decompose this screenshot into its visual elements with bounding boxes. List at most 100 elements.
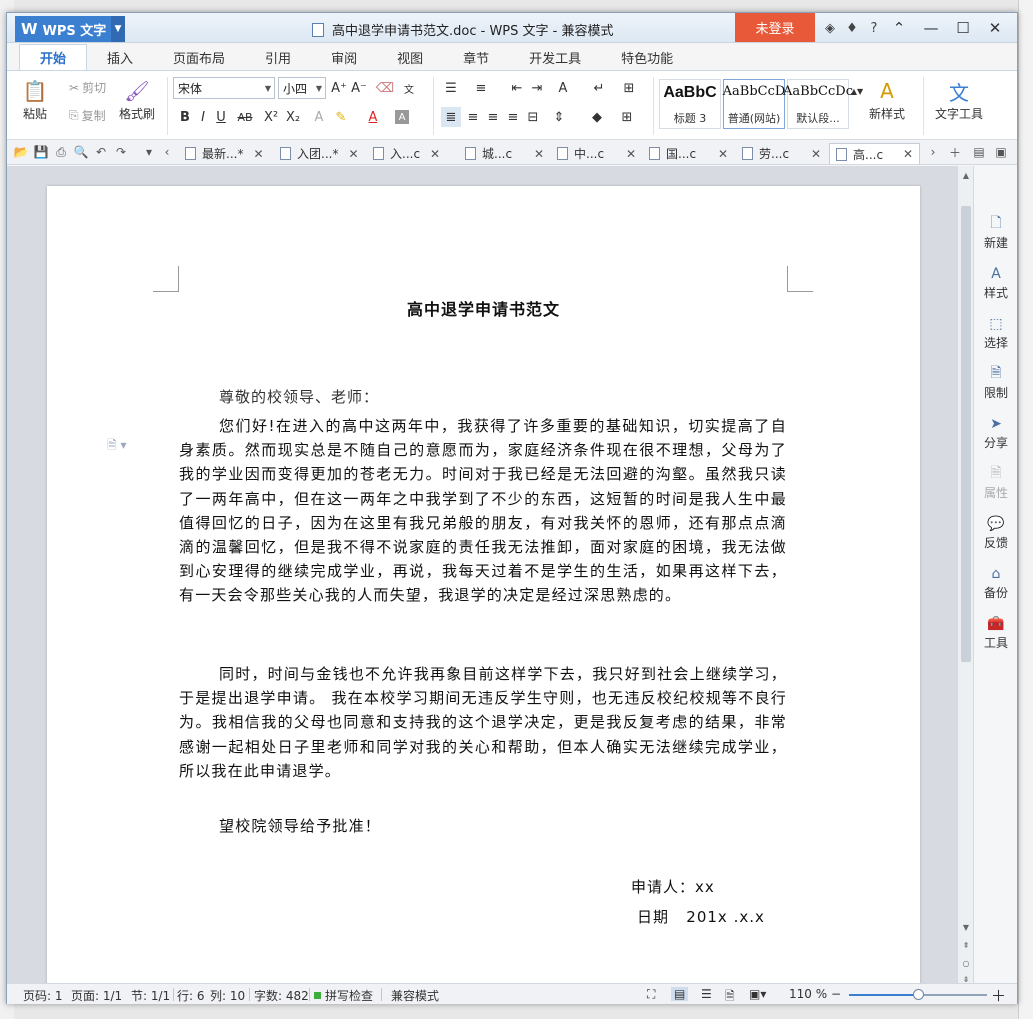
doc-tab[interactable]: 中...c ✕: [557, 143, 636, 164]
close-tab-icon[interactable]: ✕: [348, 147, 358, 161]
bold-icon[interactable]: B: [175, 107, 195, 127]
reading-view-icon[interactable]: ▣▾: [749, 987, 766, 1001]
font-color-icon[interactable]: A: [363, 107, 383, 127]
paragraph-shading-icon[interactable]: ◆: [587, 107, 607, 127]
side-style[interactable]: A 样式: [974, 264, 1018, 301]
close-tab-icon[interactable]: ✕: [430, 147, 440, 161]
tab-view[interactable]: 视图: [377, 44, 443, 70]
tab-insert[interactable]: 插入: [87, 44, 153, 70]
collapse-ribbon-icon[interactable]: ⌃: [883, 17, 915, 39]
close-tab-icon[interactable]: ✕: [718, 147, 728, 161]
superscript-icon[interactable]: X²: [261, 107, 281, 127]
page[interactable]: 🗎 ▾ 高中退学申请书范文 尊敬的校领导、老师： 您们好!在进入的高中这两年中，…: [47, 186, 920, 986]
distribute-icon[interactable]: ⊟: [523, 107, 543, 127]
tab-references[interactable]: 引用: [245, 44, 311, 70]
chevron-down-icon[interactable]: ▼: [111, 16, 125, 42]
side-new[interactable]: 🗋 新建: [974, 214, 1018, 251]
browse-object-icon[interactable]: ○: [958, 956, 974, 970]
status-word-count[interactable]: 字数: 482: [254, 987, 309, 1004]
paragraph-menu-icon[interactable]: 🗎 ▾: [107, 436, 127, 457]
tab-section[interactable]: 章节: [443, 44, 509, 70]
scroll-thumb[interactable]: [961, 206, 971, 662]
side-restrict[interactable]: 🗎 限制: [974, 364, 1018, 401]
align-left-icon[interactable]: ≣: [441, 107, 461, 127]
print-preview-icon[interactable]: 🔍: [73, 144, 89, 160]
numbered-list-icon[interactable]: ≡: [471, 78, 491, 98]
print-icon[interactable]: ⎙: [53, 144, 69, 160]
close-icon[interactable]: ✕: [979, 17, 1011, 39]
line-spacing-icon[interactable]: ⇕: [549, 107, 569, 127]
doc-tab-active[interactable]: 高...c ✕: [829, 143, 921, 164]
style-normal-web[interactable]: AaBbCcD 普通(网站): [723, 79, 785, 129]
table-icon[interactable]: ⊞: [619, 78, 639, 98]
chevron-right-icon[interactable]: ›: [925, 144, 941, 160]
change-case-icon[interactable]: A: [553, 78, 573, 98]
undo-icon[interactable]: ↶: [93, 144, 109, 160]
open-icon[interactable]: 📂: [13, 144, 29, 160]
paste-button[interactable]: 📋 粘贴: [21, 77, 49, 122]
help-icon[interactable]: ?: [863, 18, 885, 38]
close-tab-icon[interactable]: ✕: [534, 147, 544, 161]
italic-icon[interactable]: I: [193, 107, 213, 127]
side-feedback[interactable]: 💬 反馈: [974, 514, 1018, 551]
doc-tab[interactable]: 入...c ✕: [373, 143, 440, 164]
side-backup[interactable]: ⌂ 备份: [974, 564, 1018, 601]
spellcheck-toggle[interactable]: 拼写检查: [314, 987, 373, 1004]
show-marks-icon[interactable]: ↵: [589, 78, 609, 98]
tab-developer[interactable]: 开发工具: [509, 44, 601, 70]
font-size-select[interactable]: 小四 ▼: [278, 77, 326, 99]
doc-tab[interactable]: 最新... * ✕: [185, 143, 264, 164]
side-tools[interactable]: 🧰 工具: [974, 614, 1018, 651]
side-share[interactable]: ➤ 分享: [974, 414, 1018, 451]
clear-format-icon[interactable]: ⌫: [375, 78, 395, 98]
decrease-indent-icon[interactable]: ⇤: [507, 78, 527, 98]
zoom-level[interactable]: 110 %: [789, 987, 827, 1001]
minimize-icon[interactable]: —: [915, 17, 947, 39]
style-heading3[interactable]: AaBbC 标题 3: [659, 79, 721, 129]
new-tab-icon[interactable]: ＋: [947, 144, 963, 160]
strikethrough-icon[interactable]: AB: [235, 107, 255, 127]
customize-icon[interactable]: ▾: [141, 144, 157, 160]
tab-home[interactable]: 开始: [19, 44, 88, 70]
phonetic-guide-icon[interactable]: 文: [399, 78, 419, 98]
text-effect-icon[interactable]: A: [309, 107, 329, 127]
side-select[interactable]: ⬚ 选择: [974, 314, 1018, 351]
zoom-in-icon[interactable]: ＋: [991, 985, 1006, 1006]
close-tab-icon[interactable]: ✕: [626, 147, 636, 161]
bullet-list-icon[interactable]: ☰: [441, 78, 461, 98]
window-list-icon[interactable]: ▤: [971, 144, 987, 160]
copy-button[interactable]: ⎘ 复制: [69, 107, 106, 124]
page-view-icon[interactable]: ▤: [671, 987, 689, 1001]
skin-icon[interactable]: ◈: [819, 18, 841, 38]
subscript-icon[interactable]: X₂: [283, 107, 303, 127]
new-style-button[interactable]: A 新样式: [869, 77, 905, 122]
char-shading-icon[interactable]: A: [395, 110, 409, 124]
chevron-left-icon[interactable]: ‹: [159, 144, 175, 160]
doc-tab[interactable]: 国...c ✕: [649, 143, 728, 164]
close-tab-icon[interactable]: ✕: [811, 147, 821, 161]
doc-tab[interactable]: 城...c ✕: [465, 143, 544, 164]
cut-button[interactable]: ✂ 剪切: [69, 79, 106, 96]
underline-icon[interactable]: U: [211, 107, 231, 127]
prev-page-icon[interactable]: ⇞: [958, 938, 974, 952]
styles-scroll-icon[interactable]: ▲▼: [851, 81, 863, 101]
font-name-select[interactable]: 宋体 ▼: [173, 77, 275, 99]
doc-tab[interactable]: 劳...c ✕: [742, 143, 821, 164]
zoom-out-icon[interactable]: −: [831, 987, 841, 1001]
align-center-icon[interactable]: ≡: [463, 107, 483, 127]
outline-view-icon[interactable]: ☰: [701, 987, 712, 1001]
scroll-down-icon[interactable]: ▼: [958, 920, 974, 934]
scroll-up-icon[interactable]: ▲: [958, 168, 974, 182]
fullscreen-view-icon[interactable]: ⛶: [647, 987, 655, 1002]
close-tab-icon[interactable]: ✕: [253, 147, 263, 161]
close-tab-icon[interactable]: ✕: [903, 147, 913, 161]
tab-review[interactable]: 审阅: [311, 44, 377, 70]
text-tools-button[interactable]: 文 文字工具: [935, 77, 983, 122]
borders-icon[interactable]: ⊞: [617, 107, 637, 127]
tab-features[interactable]: 特色功能: [601, 44, 693, 70]
status-pages[interactable]: 页面: 1/1: [71, 987, 122, 1004]
zoom-slider[interactable]: [849, 989, 987, 1000]
style-default-paragraph[interactable]: AaBbCcDc 默认段...: [783, 79, 853, 129]
maximize-icon[interactable]: ☐: [947, 17, 979, 39]
highlight-icon[interactable]: ✎: [331, 107, 351, 127]
